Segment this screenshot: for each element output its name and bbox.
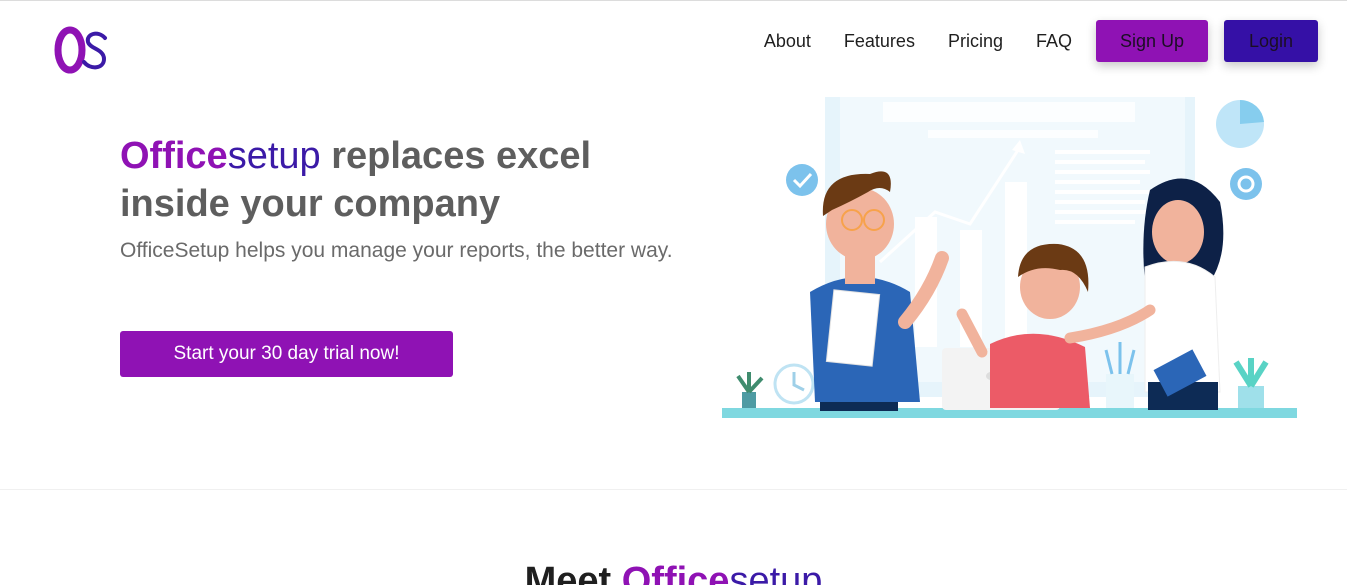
nav-faq[interactable]: FAQ: [1036, 20, 1072, 62]
start-trial-button[interactable]: Start your 30 day trial now!: [120, 331, 453, 377]
logo-text: OS: [52, 24, 54, 25]
boy-shirt: [990, 333, 1090, 408]
signup-button[interactable]: Sign Up: [1096, 20, 1208, 62]
os-logo[interactable]: OS: [52, 24, 110, 74]
main-nav: About Features Pricing FAQ Sign Up Login: [764, 20, 1318, 62]
nav-about[interactable]: About: [764, 20, 811, 62]
login-button[interactable]: Login: [1224, 20, 1318, 62]
top-border: [0, 0, 1347, 1]
hero-brand-office: Office: [120, 135, 228, 177]
section-divider: [0, 489, 1347, 490]
section-title: Meet Officesetup: [0, 560, 1347, 585]
section-brand-setup: setup: [729, 560, 823, 585]
hero-brand-setup: setup: [227, 135, 321, 177]
section-title-prefix: Meet: [524, 560, 622, 585]
check-bubble-icon: [786, 164, 818, 196]
hero-title: Officesetup replaces excel inside your c…: [120, 132, 680, 228]
section-brand-office: Office: [621, 560, 730, 585]
hero-subtitle: OfficeSetup helps you manage your report…: [120, 239, 673, 262]
team-illustration: [722, 97, 1297, 418]
nav-pricing[interactable]: Pricing: [948, 20, 1003, 62]
gear-bubble-icon: [1230, 168, 1262, 200]
nav-features[interactable]: Features: [844, 20, 915, 62]
